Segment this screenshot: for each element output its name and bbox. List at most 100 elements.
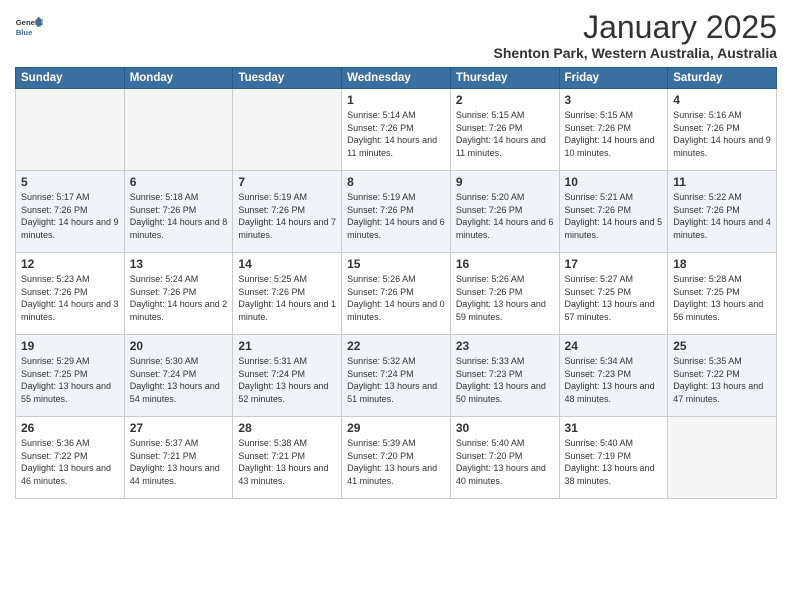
day-number: 25 — [673, 339, 771, 353]
col-thursday: Thursday — [450, 68, 559, 89]
calendar-cell: 17 Sunrise: 5:27 AM Sunset: 7:25 PM Dayl… — [559, 253, 668, 335]
col-tuesday: Tuesday — [233, 68, 342, 89]
svg-text:Blue: Blue — [16, 28, 33, 37]
location-title: Shenton Park, Western Australia, Austral… — [494, 45, 777, 61]
calendar-week-2: 5 Sunrise: 5:17 AM Sunset: 7:26 PM Dayli… — [16, 171, 777, 253]
day-info: Sunrise: 5:27 AM Sunset: 7:25 PM Dayligh… — [565, 273, 663, 323]
header-row: Sunday Monday Tuesday Wednesday Thursday… — [16, 68, 777, 89]
calendar-cell: 19 Sunrise: 5:29 AM Sunset: 7:25 PM Dayl… — [16, 335, 125, 417]
calendar-cell: 18 Sunrise: 5:28 AM Sunset: 7:25 PM Dayl… — [668, 253, 777, 335]
calendar-cell: 22 Sunrise: 5:32 AM Sunset: 7:24 PM Dayl… — [342, 335, 451, 417]
day-info: Sunrise: 5:21 AM Sunset: 7:26 PM Dayligh… — [565, 191, 663, 241]
day-info: Sunrise: 5:19 AM Sunset: 7:26 PM Dayligh… — [347, 191, 445, 241]
day-number: 19 — [21, 339, 119, 353]
calendar-cell: 24 Sunrise: 5:34 AM Sunset: 7:23 PM Dayl… — [559, 335, 668, 417]
calendar-week-3: 12 Sunrise: 5:23 AM Sunset: 7:26 PM Dayl… — [16, 253, 777, 335]
day-info: Sunrise: 5:34 AM Sunset: 7:23 PM Dayligh… — [565, 355, 663, 405]
calendar-cell: 30 Sunrise: 5:40 AM Sunset: 7:20 PM Dayl… — [450, 417, 559, 499]
calendar-cell: 12 Sunrise: 5:23 AM Sunset: 7:26 PM Dayl… — [16, 253, 125, 335]
day-info: Sunrise: 5:40 AM Sunset: 7:20 PM Dayligh… — [456, 437, 554, 487]
day-number: 11 — [673, 175, 771, 189]
day-number: 23 — [456, 339, 554, 353]
day-number: 12 — [21, 257, 119, 271]
calendar-cell: 9 Sunrise: 5:20 AM Sunset: 7:26 PM Dayli… — [450, 171, 559, 253]
day-number: 28 — [238, 421, 336, 435]
calendar-week-4: 19 Sunrise: 5:29 AM Sunset: 7:25 PM Dayl… — [16, 335, 777, 417]
day-number: 29 — [347, 421, 445, 435]
day-number: 10 — [565, 175, 663, 189]
day-number: 3 — [565, 93, 663, 107]
day-number: 20 — [130, 339, 228, 353]
calendar-cell: 13 Sunrise: 5:24 AM Sunset: 7:26 PM Dayl… — [124, 253, 233, 335]
calendar-cell: 27 Sunrise: 5:37 AM Sunset: 7:21 PM Dayl… — [124, 417, 233, 499]
day-number: 26 — [21, 421, 119, 435]
day-number: 9 — [456, 175, 554, 189]
day-number: 30 — [456, 421, 554, 435]
day-info: Sunrise: 5:25 AM Sunset: 7:26 PM Dayligh… — [238, 273, 336, 323]
day-info: Sunrise: 5:32 AM Sunset: 7:24 PM Dayligh… — [347, 355, 445, 405]
col-friday: Friday — [559, 68, 668, 89]
calendar-cell: 29 Sunrise: 5:39 AM Sunset: 7:20 PM Dayl… — [342, 417, 451, 499]
day-number: 16 — [456, 257, 554, 271]
day-number: 2 — [456, 93, 554, 107]
calendar-cell: 28 Sunrise: 5:38 AM Sunset: 7:21 PM Dayl… — [233, 417, 342, 499]
calendar-cell: 15 Sunrise: 5:26 AM Sunset: 7:26 PM Dayl… — [342, 253, 451, 335]
calendar-cell: 31 Sunrise: 5:40 AM Sunset: 7:19 PM Dayl… — [559, 417, 668, 499]
calendar-cell: 8 Sunrise: 5:19 AM Sunset: 7:26 PM Dayli… — [342, 171, 451, 253]
day-number: 7 — [238, 175, 336, 189]
day-info: Sunrise: 5:30 AM Sunset: 7:24 PM Dayligh… — [130, 355, 228, 405]
day-info: Sunrise: 5:36 AM Sunset: 7:22 PM Dayligh… — [21, 437, 119, 487]
page: General Blue January 2025 Shenton Park, … — [0, 0, 792, 612]
day-number: 14 — [238, 257, 336, 271]
calendar-cell: 20 Sunrise: 5:30 AM Sunset: 7:24 PM Dayl… — [124, 335, 233, 417]
calendar-cell: 5 Sunrise: 5:17 AM Sunset: 7:26 PM Dayli… — [16, 171, 125, 253]
day-info: Sunrise: 5:38 AM Sunset: 7:21 PM Dayligh… — [238, 437, 336, 487]
calendar-week-1: 1 Sunrise: 5:14 AM Sunset: 7:26 PM Dayli… — [16, 89, 777, 171]
calendar-cell: 25 Sunrise: 5:35 AM Sunset: 7:22 PM Dayl… — [668, 335, 777, 417]
day-number: 15 — [347, 257, 445, 271]
title-area: January 2025 Shenton Park, Western Austr… — [494, 10, 777, 61]
day-info: Sunrise: 5:37 AM Sunset: 7:21 PM Dayligh… — [130, 437, 228, 487]
day-number: 22 — [347, 339, 445, 353]
day-info: Sunrise: 5:28 AM Sunset: 7:25 PM Dayligh… — [673, 273, 771, 323]
day-number: 6 — [130, 175, 228, 189]
day-number: 1 — [347, 93, 445, 107]
day-info: Sunrise: 5:31 AM Sunset: 7:24 PM Dayligh… — [238, 355, 336, 405]
day-number: 31 — [565, 421, 663, 435]
day-info: Sunrise: 5:26 AM Sunset: 7:26 PM Dayligh… — [456, 273, 554, 323]
calendar-cell — [16, 89, 125, 171]
day-number: 4 — [673, 93, 771, 107]
day-number: 18 — [673, 257, 771, 271]
logo-icon: General Blue — [15, 14, 43, 42]
calendar-cell: 26 Sunrise: 5:36 AM Sunset: 7:22 PM Dayl… — [16, 417, 125, 499]
day-info: Sunrise: 5:23 AM Sunset: 7:26 PM Dayligh… — [21, 273, 119, 323]
day-number: 8 — [347, 175, 445, 189]
day-info: Sunrise: 5:15 AM Sunset: 7:26 PM Dayligh… — [565, 109, 663, 159]
calendar-cell: 3 Sunrise: 5:15 AM Sunset: 7:26 PM Dayli… — [559, 89, 668, 171]
calendar-week-5: 26 Sunrise: 5:36 AM Sunset: 7:22 PM Dayl… — [16, 417, 777, 499]
calendar-cell: 4 Sunrise: 5:16 AM Sunset: 7:26 PM Dayli… — [668, 89, 777, 171]
day-info: Sunrise: 5:33 AM Sunset: 7:23 PM Dayligh… — [456, 355, 554, 405]
calendar-cell: 11 Sunrise: 5:22 AM Sunset: 7:26 PM Dayl… — [668, 171, 777, 253]
calendar-cell: 21 Sunrise: 5:31 AM Sunset: 7:24 PM Dayl… — [233, 335, 342, 417]
day-info: Sunrise: 5:16 AM Sunset: 7:26 PM Dayligh… — [673, 109, 771, 159]
calendar-cell — [668, 417, 777, 499]
calendar-cell: 16 Sunrise: 5:26 AM Sunset: 7:26 PM Dayl… — [450, 253, 559, 335]
calendar-cell: 23 Sunrise: 5:33 AM Sunset: 7:23 PM Dayl… — [450, 335, 559, 417]
day-number: 24 — [565, 339, 663, 353]
calendar-cell — [124, 89, 233, 171]
calendar-cell: 7 Sunrise: 5:19 AM Sunset: 7:26 PM Dayli… — [233, 171, 342, 253]
day-number: 5 — [21, 175, 119, 189]
day-info: Sunrise: 5:29 AM Sunset: 7:25 PM Dayligh… — [21, 355, 119, 405]
col-sunday: Sunday — [16, 68, 125, 89]
day-number: 17 — [565, 257, 663, 271]
day-info: Sunrise: 5:24 AM Sunset: 7:26 PM Dayligh… — [130, 273, 228, 323]
day-info: Sunrise: 5:26 AM Sunset: 7:26 PM Dayligh… — [347, 273, 445, 323]
day-info: Sunrise: 5:39 AM Sunset: 7:20 PM Dayligh… — [347, 437, 445, 487]
day-number: 27 — [130, 421, 228, 435]
day-info: Sunrise: 5:20 AM Sunset: 7:26 PM Dayligh… — [456, 191, 554, 241]
month-title: January 2025 — [494, 10, 777, 45]
day-info: Sunrise: 5:19 AM Sunset: 7:26 PM Dayligh… — [238, 191, 336, 241]
calendar-table: Sunday Monday Tuesday Wednesday Thursday… — [15, 67, 777, 499]
day-number: 13 — [130, 257, 228, 271]
